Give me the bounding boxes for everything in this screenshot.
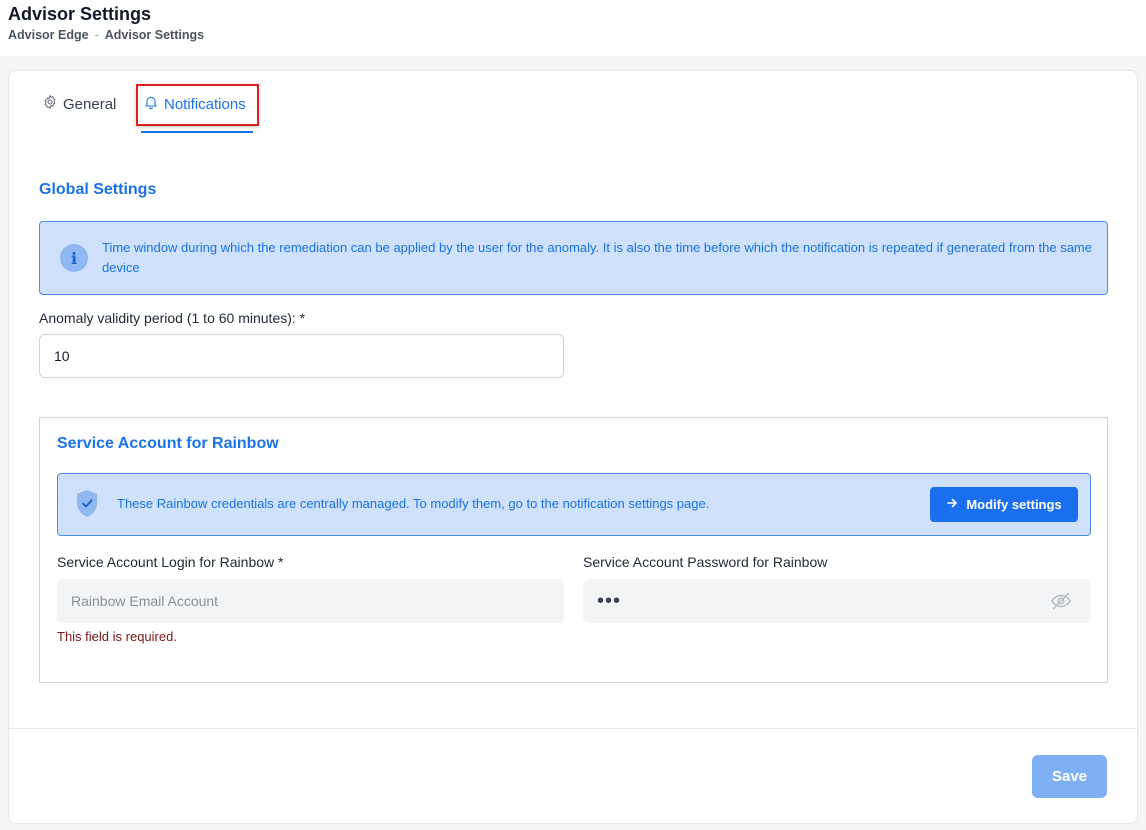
service-account-title: Service Account for Rainbow [57, 435, 279, 452]
breadcrumb-item-advisor-edge[interactable]: Advisor Edge [8, 28, 89, 42]
active-tab-indicator [141, 131, 253, 133]
tab-general[interactable]: General [42, 94, 116, 114]
arrow-right-icon [946, 497, 958, 512]
service-account-section: Service Account for Rainbow These Rainbo… [39, 417, 1108, 683]
shield-check-icon [75, 489, 99, 524]
managed-credentials-text: These Rainbow credentials are centrally … [117, 496, 710, 511]
login-error-text: This field is required. [57, 629, 177, 644]
save-button[interactable]: Save [1032, 755, 1107, 798]
login-label: Service Account Login for Rainbow * [57, 554, 284, 570]
info-icon: i [60, 244, 88, 272]
modify-settings-label: Modify settings [966, 497, 1062, 512]
info-banner-text: Time window during which the remediation… [102, 240, 1092, 275]
tab-notifications-label: Notifications [164, 95, 246, 113]
rainbow-password-input[interactable] [583, 579, 1091, 623]
breadcrumb: Advisor Edge - Advisor Settings [8, 28, 204, 42]
gear-icon [42, 94, 58, 114]
tab-notifications[interactable]: Notifications [143, 94, 246, 114]
rainbow-login-input[interactable] [57, 579, 564, 623]
page-header: Advisor Settings Advisor Edge - Advisor … [0, 0, 1146, 56]
password-label: Service Account Password for Rainbow [583, 554, 828, 570]
global-settings-title: Global Settings [39, 181, 157, 198]
modify-settings-button[interactable]: Modify settings [930, 487, 1078, 522]
page-title: Advisor Settings [8, 4, 152, 24]
settings-card: General Notifications Global Settings i … [8, 70, 1138, 824]
managed-credentials-banner: These Rainbow credentials are centrally … [57, 473, 1091, 536]
validity-period-label: Anomaly validity period (1 to 60 minutes… [39, 310, 306, 326]
eye-off-icon[interactable] [1050, 590, 1072, 617]
footer-divider [9, 728, 1137, 729]
validity-period-input[interactable] [39, 334, 564, 378]
bell-icon [143, 94, 159, 114]
breadcrumb-separator: - [94, 28, 99, 42]
breadcrumb-item-advisor-settings: Advisor Settings [104, 28, 205, 42]
info-banner: i Time window during which the remediati… [39, 221, 1108, 295]
tab-general-label: General [63, 95, 117, 113]
